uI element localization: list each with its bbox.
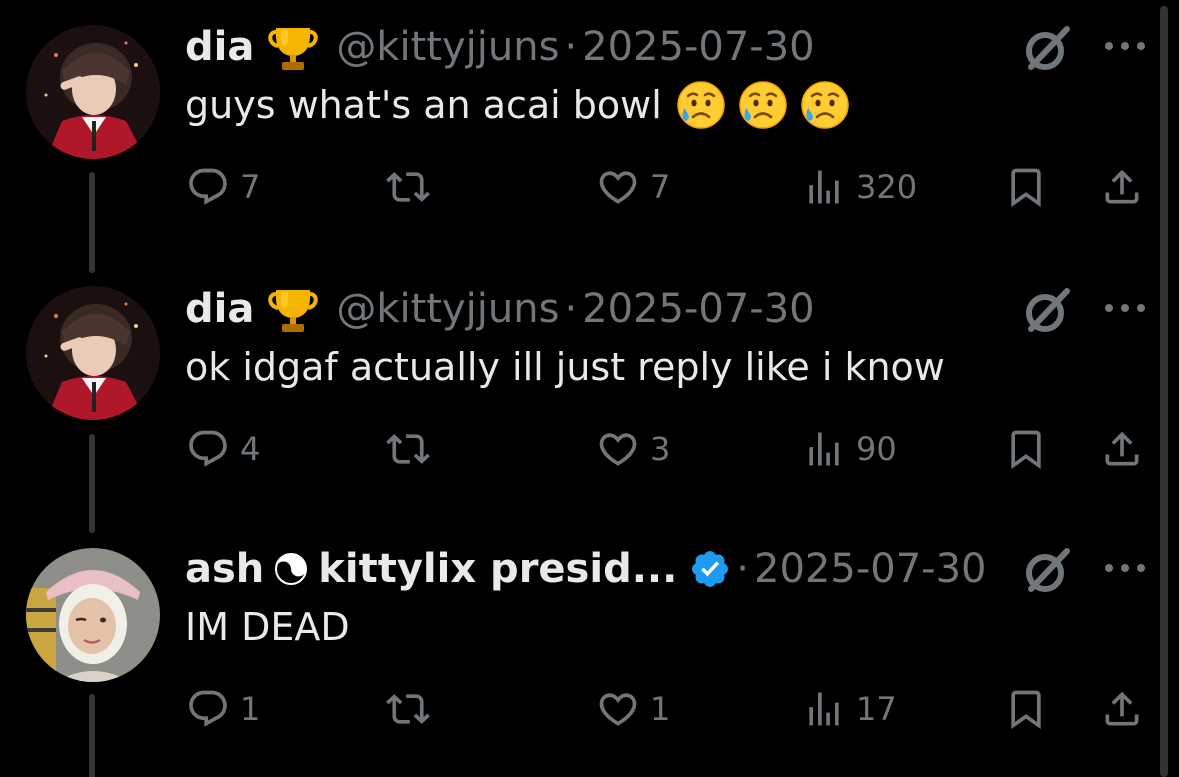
tweet-text: IM DEAD bbox=[185, 605, 350, 649]
retweet-icon bbox=[386, 687, 430, 731]
reply-button[interactable]: 1 bbox=[186, 684, 260, 734]
tweet-text-row: guys what's an acai bowl bbox=[185, 80, 850, 130]
more-icon[interactable] bbox=[1102, 558, 1148, 578]
tweet[interactable]: dia @kittyjjuns · 2025-07-30 ok idgaf ac… bbox=[0, 262, 1158, 533]
views-icon bbox=[802, 427, 846, 471]
share-button[interactable] bbox=[1100, 424, 1144, 474]
display-name[interactable]: dia bbox=[185, 24, 254, 70]
display-name-part2[interactable]: kittylix presid... bbox=[318, 546, 677, 592]
bookmark-icon bbox=[1004, 687, 1048, 731]
trophy-icon bbox=[266, 22, 320, 72]
sad-sweat-emoji bbox=[738, 80, 788, 130]
like-button[interactable]: 1 bbox=[596, 684, 670, 734]
retweet-button[interactable] bbox=[386, 684, 430, 734]
like-count: 1 bbox=[650, 690, 671, 728]
tweet[interactable]: dia @kittyjjuns · 2025-07-30 guys what's… bbox=[0, 0, 1158, 273]
bookmark-icon bbox=[1004, 165, 1048, 209]
reply-count: 1 bbox=[240, 690, 261, 728]
sad-sweat-emoji bbox=[800, 80, 850, 130]
grok-icon[interactable] bbox=[1023, 547, 1071, 595]
share-button[interactable] bbox=[1100, 684, 1144, 734]
share-icon bbox=[1100, 687, 1144, 731]
retweet-icon bbox=[386, 165, 430, 209]
reply-icon bbox=[186, 165, 230, 209]
like-icon bbox=[596, 687, 640, 731]
share-icon bbox=[1100, 165, 1144, 209]
grok-icon[interactable] bbox=[1023, 25, 1071, 73]
dot-separator: · bbox=[736, 546, 750, 592]
like-button[interactable]: 7 bbox=[596, 162, 670, 212]
view-count: 17 bbox=[856, 690, 897, 728]
views-button[interactable]: 17 bbox=[802, 684, 897, 734]
share-button[interactable] bbox=[1100, 162, 1144, 212]
grok-icon[interactable] bbox=[1023, 287, 1071, 335]
bookmark-button[interactable] bbox=[1004, 684, 1048, 734]
retweet-icon bbox=[386, 427, 430, 471]
tweet-date[interactable]: 2025-07-30 bbox=[754, 546, 986, 592]
retweet-button[interactable] bbox=[386, 424, 430, 474]
views-button[interactable]: 90 bbox=[802, 424, 897, 474]
reply-icon bbox=[186, 427, 230, 471]
like-count: 7 bbox=[650, 168, 671, 206]
bookmark-icon bbox=[1004, 427, 1048, 471]
tweet-header: dia @kittyjjuns · 2025-07-30 bbox=[185, 22, 815, 72]
tweet-date[interactable]: 2025-07-30 bbox=[582, 24, 814, 70]
action-bar: 1 1 17 bbox=[0, 684, 1158, 734]
tweet-header: dia @kittyjjuns · 2025-07-30 bbox=[185, 284, 815, 334]
action-bar: 7 7 320 bbox=[0, 162, 1158, 212]
tweet-header: ash kittylix presid... · 2025-07-30 bbox=[185, 544, 986, 594]
bookmark-button[interactable] bbox=[1004, 424, 1048, 474]
dot-separator: · bbox=[564, 286, 578, 332]
dot-separator: · bbox=[564, 24, 578, 70]
tweet-text: guys what's an acai bowl bbox=[185, 83, 662, 127]
scrollbar[interactable] bbox=[1160, 6, 1168, 777]
avatar[interactable] bbox=[26, 25, 160, 159]
more-icon[interactable] bbox=[1102, 298, 1148, 318]
yin-yang-icon bbox=[274, 552, 308, 586]
trophy-icon bbox=[266, 284, 320, 334]
avatar[interactable] bbox=[26, 286, 160, 420]
reply-button[interactable]: 4 bbox=[186, 424, 260, 474]
tweet-text: ok idgaf actually ill just reply like i … bbox=[185, 345, 945, 389]
sad-sweat-emoji bbox=[676, 80, 726, 130]
tweet[interactable]: ash kittylix presid... · 2025-07-30 IM D… bbox=[0, 522, 1158, 777]
user-handle[interactable]: @kittyjjuns bbox=[336, 24, 559, 70]
display-name[interactable]: dia bbox=[185, 286, 254, 332]
reply-button[interactable]: 7 bbox=[186, 162, 260, 212]
user-handle[interactable]: @kittyjjuns bbox=[336, 286, 559, 332]
tweet-text-row: IM DEAD bbox=[185, 602, 350, 652]
bookmark-button[interactable] bbox=[1004, 162, 1048, 212]
like-count: 3 bbox=[650, 430, 671, 468]
reply-count: 7 bbox=[240, 168, 261, 206]
views-icon bbox=[802, 687, 846, 731]
reply-count: 4 bbox=[240, 430, 261, 468]
view-count: 90 bbox=[856, 430, 897, 468]
views-button[interactable]: 320 bbox=[802, 162, 917, 212]
tweet-text-row: ok idgaf actually ill just reply like i … bbox=[185, 342, 945, 392]
action-bar: 4 3 90 bbox=[0, 424, 1158, 474]
views-icon bbox=[802, 165, 846, 209]
tweet-date[interactable]: 2025-07-30 bbox=[582, 286, 814, 332]
like-button[interactable]: 3 bbox=[596, 424, 670, 474]
share-icon bbox=[1100, 427, 1144, 471]
verified-badge-icon[interactable] bbox=[689, 548, 731, 590]
like-icon bbox=[596, 427, 640, 471]
retweet-button[interactable] bbox=[386, 162, 430, 212]
avatar[interactable] bbox=[26, 548, 160, 682]
display-name-part1[interactable]: ash bbox=[185, 546, 264, 592]
more-icon[interactable] bbox=[1102, 36, 1148, 56]
reply-icon bbox=[186, 687, 230, 731]
like-icon bbox=[596, 165, 640, 209]
view-count: 320 bbox=[856, 168, 918, 206]
